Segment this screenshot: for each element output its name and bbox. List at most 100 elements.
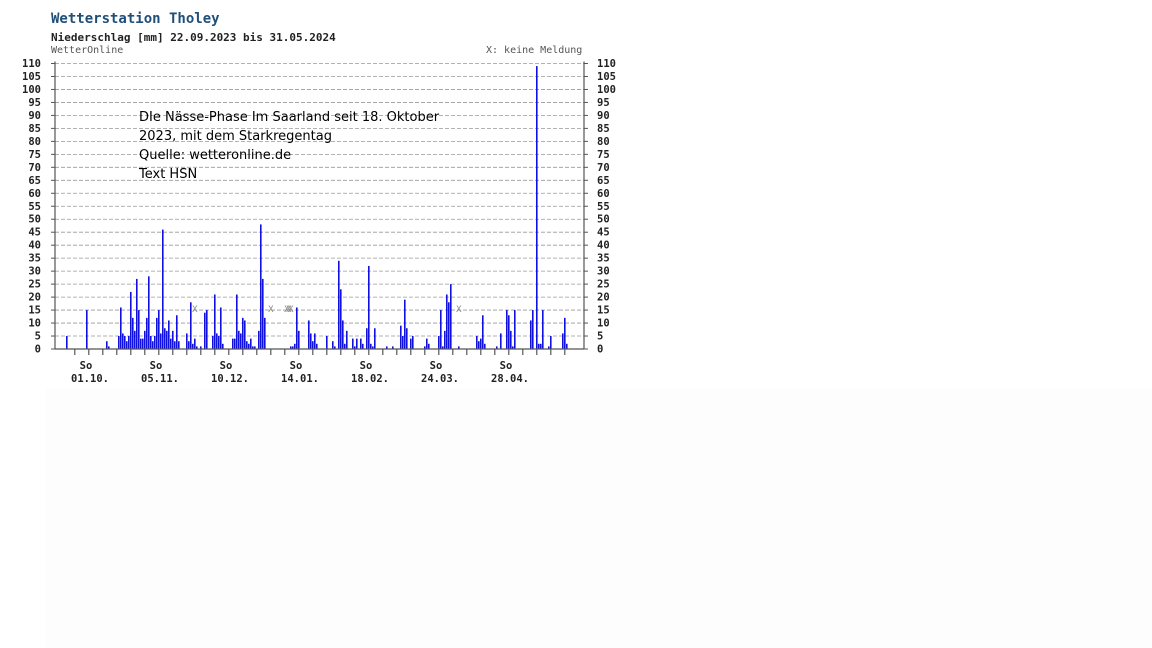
- bar: [428, 343, 430, 349]
- y-tick-label-right: 15: [597, 305, 610, 317]
- bar: [214, 294, 216, 349]
- bar: [144, 330, 146, 349]
- bar: [130, 291, 132, 349]
- bar: [178, 341, 180, 349]
- y-tick-label-left: 95: [28, 97, 41, 109]
- bar: [478, 341, 480, 349]
- y-tick-label-right: 65: [597, 175, 610, 187]
- y-tick-label-right: 35: [597, 253, 610, 265]
- bar: [118, 336, 120, 349]
- bar: [542, 310, 544, 349]
- bar: [244, 320, 246, 349]
- bar: [234, 338, 236, 349]
- y-axis-left-ticks: 0510152025303540455055606570758085909510…: [22, 58, 41, 356]
- y-tick-label-left: 25: [28, 279, 41, 291]
- bar: [212, 336, 214, 349]
- bar: [476, 336, 478, 349]
- bar: [160, 333, 162, 349]
- bar: [406, 328, 408, 349]
- bar: [370, 343, 372, 349]
- bar: [532, 310, 534, 349]
- x-tick-weekday: So: [360, 360, 373, 372]
- bar: [168, 320, 170, 349]
- y-tick-label-left: 10: [28, 318, 41, 330]
- x-tick-weekday: So: [150, 360, 163, 372]
- y-tick-label-right: 70: [597, 162, 610, 174]
- bar: [344, 343, 346, 349]
- bar: [136, 278, 138, 349]
- bar: [194, 338, 196, 349]
- y-tick-label-left: 15: [28, 305, 41, 317]
- bar: [186, 333, 188, 349]
- bar: [314, 333, 316, 349]
- bar: [236, 294, 238, 349]
- bar: [158, 310, 160, 349]
- bar: [352, 338, 354, 349]
- bar: [192, 343, 194, 349]
- bar: [562, 333, 564, 349]
- bar: [204, 312, 206, 349]
- bar: [482, 315, 484, 349]
- x-tick-date: 28.04.: [491, 373, 529, 385]
- no-report-marker: X: [456, 305, 462, 315]
- bar: [312, 341, 314, 349]
- bar: [362, 343, 364, 349]
- x-tick-date: 05.11.: [141, 373, 179, 385]
- y-axis-right-ticks: 0510152025303540455055606570758085909510…: [597, 58, 616, 356]
- bar: [150, 336, 152, 349]
- bar: [264, 317, 266, 349]
- bar: [446, 294, 448, 349]
- bar: [240, 333, 242, 349]
- x-tick-date: 14.01.: [281, 373, 319, 385]
- annotation-line: Quelle: wetteronline.de: [139, 148, 292, 163]
- bar: [514, 310, 516, 349]
- precipitation-chart: 0510152025303540455055606570758085909510…: [22, 58, 616, 385]
- bar: [508, 315, 510, 349]
- bar: [296, 307, 298, 349]
- bar: [356, 338, 358, 349]
- annotation-text: DIe Nässe-Phase Im Saarland seit 18. Okt…: [139, 108, 439, 184]
- x-tick-weekday: So: [220, 360, 233, 372]
- bar: [510, 330, 512, 349]
- y-tick-label-right: 55: [597, 201, 610, 213]
- y-tick-label-right: 95: [597, 97, 610, 109]
- bar: [538, 343, 540, 349]
- y-tick-label-left: 0: [35, 344, 41, 356]
- bar: [120, 307, 122, 349]
- bar: [128, 336, 130, 349]
- y-tick-label-right: 40: [597, 240, 610, 252]
- bar: [246, 341, 248, 349]
- bar: [174, 341, 176, 349]
- no-report-marker: X: [268, 305, 274, 315]
- y-tick-label-left: 65: [28, 175, 41, 187]
- bar: [156, 317, 158, 349]
- bar: [564, 317, 566, 349]
- bar: [444, 330, 446, 349]
- bar: [448, 302, 450, 349]
- bar: [238, 330, 240, 349]
- background-panel: [46, 388, 1152, 648]
- bar: [218, 336, 220, 349]
- y-tick-label-left: 35: [28, 253, 41, 265]
- y-tick-label-left: 30: [28, 266, 41, 278]
- annotation-line: 2023, mit dem Starkregentag: [139, 129, 332, 144]
- bar: [132, 317, 134, 349]
- bar: [250, 338, 252, 349]
- bar: [326, 336, 328, 349]
- bar: [500, 333, 502, 349]
- grid-lines: [55, 63, 584, 337]
- y-tick-label-right: 30: [597, 266, 610, 278]
- bar: [316, 343, 318, 349]
- bar: [172, 330, 174, 349]
- y-tick-label-left: 85: [28, 123, 41, 135]
- bar: [338, 260, 340, 349]
- bar: [530, 320, 532, 349]
- y-tick-label-right: 100: [597, 84, 616, 96]
- y-tick-label-right: 80: [597, 136, 610, 148]
- bar: [162, 229, 164, 349]
- bar: [342, 320, 344, 349]
- bar: [308, 320, 310, 349]
- bar: [374, 328, 376, 349]
- bar: [166, 330, 168, 349]
- y-tick-label-left: 5: [35, 331, 41, 343]
